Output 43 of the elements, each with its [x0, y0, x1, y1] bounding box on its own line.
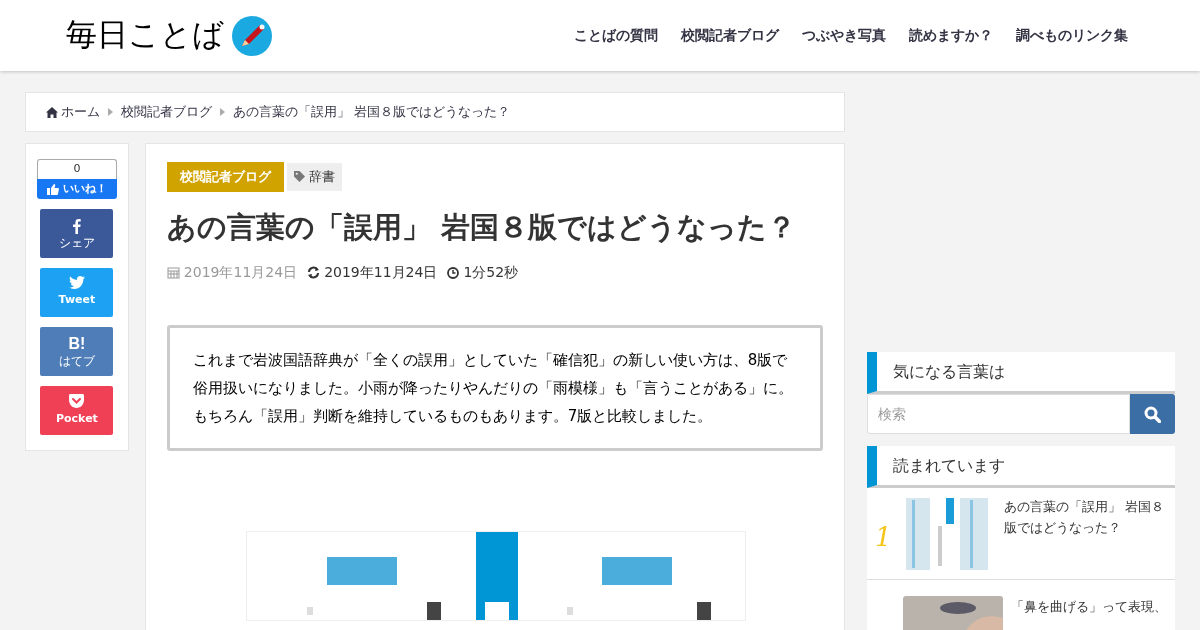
widget-title: 気になる言葉は	[893, 360, 1005, 383]
tag-icon	[293, 171, 305, 183]
nav-link[interactable]: つぶやき写真	[802, 25, 886, 46]
pencil-icon	[232, 15, 272, 56]
thumbs-up-icon	[46, 183, 59, 195]
widget-title: 読まれています	[893, 454, 1005, 477]
pocket-share-button[interactable]: Pocket	[40, 386, 114, 435]
reading-time: 1分52秒	[463, 263, 519, 282]
bird-icon	[68, 276, 85, 290]
clock-icon	[447, 266, 460, 279]
search-field[interactable]: 検索	[867, 394, 1130, 434]
popular-post[interactable]: 「鼻を曲げる」って表現、	[867, 580, 1175, 630]
search-icon	[1144, 405, 1161, 423]
chevron-icon	[108, 108, 113, 116]
nav-link[interactable]: 読めますか？	[909, 25, 993, 46]
pocket-icon	[69, 393, 85, 408]
updated-date: 2019年11月24日	[324, 263, 438, 282]
calendar-icon	[166, 266, 180, 279]
article-title: あの言葉の「誤用」 岩国８版ではどうなった？	[166, 208, 797, 246]
tag-chip[interactable]: 辞書	[286, 163, 342, 191]
like-label: いいね！	[62, 180, 107, 197]
home-icon	[46, 106, 58, 118]
site-logo[interactable]: 毎日ことば	[66, 12, 224, 59]
search-button[interactable]	[1130, 394, 1175, 434]
breadcrumb-link[interactable]: 校閲記者ブログ	[121, 102, 212, 122]
hatena-logo: B!	[68, 336, 86, 352]
breadcrumb-link[interactable]: ホーム	[61, 102, 100, 122]
nav-link[interactable]: 調べものリンク集	[1016, 25, 1128, 46]
like-count: 0	[36, 159, 117, 179]
summary-text: これまで岩波国語辞典が「全くの誤用」としていた「確信犯」の新しい使い方は、8版で俗用扱いになりました。小雨が降ったりやんだりの「雨模様」も「言うことがある」に。もちろん「誤用」判断を維持しているものもあります。7版と比較しました。	[192, 350, 793, 427]
post-title: あの言葉の「誤用」 岩国８版ではどうなった？	[1003, 498, 1165, 537]
chevron-icon	[220, 108, 225, 116]
popular-post[interactable]: 1 あの言葉の「誤用」 岩国８版ではどうなった？	[867, 488, 1175, 580]
nav-link[interactable]: ことばの質問	[574, 25, 658, 46]
post-title: 「鼻を曲げる」って表現、	[1011, 598, 1167, 616]
rank-number: 1	[875, 521, 892, 554]
facebook-share-button[interactable]: シェア	[40, 209, 114, 258]
breadcrumb-current: あの言葉の「誤用」 岩国８版ではどうなった？	[233, 103, 511, 122]
nav-link[interactable]: 校閲記者ブログ	[681, 25, 779, 46]
refresh-icon	[307, 266, 321, 279]
hatena-share-button[interactable]: B! はてブ	[40, 327, 114, 376]
published-date: 2019年11月24日	[183, 263, 298, 282]
facebook-icon	[72, 218, 81, 234]
